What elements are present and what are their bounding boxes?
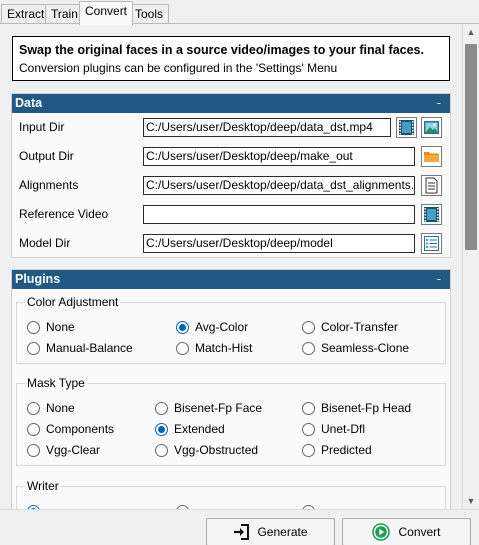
folder-icon <box>424 152 439 162</box>
scroll-thumb[interactable] <box>465 44 477 250</box>
radio-button[interactable] <box>27 443 40 457</box>
radio-color-transfer[interactable]: Color-Transfer <box>302 319 398 335</box>
radio-button[interactable] <box>176 341 189 355</box>
reference-video-label: Reference Video <box>19 207 109 221</box>
radio-button[interactable] <box>27 320 40 334</box>
generate-button[interactable]: Generate <box>206 518 335 545</box>
output-folder-button[interactable] <box>421 146 442 167</box>
radio-button[interactable] <box>302 320 315 334</box>
video-file-button[interactable] <box>396 117 417 138</box>
radio-mask-unet-dfl[interactable]: Unet-Dfl <box>302 421 365 437</box>
info-title: Swap the original faces in a source vide… <box>19 43 424 57</box>
film-icon <box>399 120 414 135</box>
output-dir-field[interactable]: C:/Users/user/Desktop/deep/make_out <box>143 147 415 166</box>
info-box: Swap the original faces in a source vide… <box>12 36 450 81</box>
radio-mask-extended[interactable]: Extended <box>155 421 225 437</box>
radio-button[interactable] <box>155 443 168 457</box>
reference-video-field[interactable] <box>143 205 415 224</box>
input-dir-field[interactable]: C:/Users/user/Desktop/deep/data_dst.mp4 <box>143 118 391 137</box>
input-dir-label: Input Dir <box>19 120 65 134</box>
model-dir-field[interactable]: C:/Users/user/Desktop/deep/model <box>143 234 415 253</box>
tab-bar: Extract Train Convert Tools <box>0 0 479 25</box>
radio-color-manual-balance[interactable]: Manual-Balance <box>27 340 133 356</box>
plugins-section-header[interactable]: Plugins - <box>12 270 450 289</box>
output-dir-row: Output Dir C:/Users/user/Desktop/deep/ma… <box>12 146 452 168</box>
radio-button[interactable] <box>27 422 40 436</box>
alignments-field[interactable]: C:/Users/user/Desktop/deep/data_dst_alig… <box>143 176 415 195</box>
vertical-scrollbar[interactable]: ▲ ▼ <box>462 24 479 509</box>
radio-button[interactable] <box>302 401 315 415</box>
writer-title: Writer <box>25 479 61 493</box>
scroll-down-icon[interactable]: ▼ <box>463 493 479 509</box>
radio-button-checked[interactable] <box>155 422 168 436</box>
plugins-section: Plugins - Color Adjustment None Avg-Colo… <box>11 269 451 509</box>
model-dir-row: Model Dir C:/Users/user/Desktop/deep/mod… <box>12 233 452 255</box>
writer-group: Writer <box>16 479 446 509</box>
radio-button[interactable] <box>302 341 315 355</box>
generate-label: Generate <box>257 525 308 539</box>
radio-color-avg-color[interactable]: Avg-Color <box>176 319 248 335</box>
scroll-up-icon[interactable]: ▲ <box>463 24 479 40</box>
model-dir-label: Model Dir <box>19 236 71 250</box>
plugins-section-title: Plugins <box>15 272 61 286</box>
data-section-title: Data <box>15 96 43 110</box>
radio-button[interactable] <box>27 401 40 415</box>
plugins-collapse-button[interactable]: - <box>437 270 441 289</box>
picture-icon <box>424 121 439 134</box>
tab-tools[interactable]: Tools <box>129 4 170 24</box>
image-folder-button[interactable] <box>421 117 442 138</box>
reference-video-button[interactable] <box>421 204 442 225</box>
radio-color-match-hist[interactable]: Match-Hist <box>176 340 252 356</box>
tab-convert[interactable]: Convert <box>79 1 134 25</box>
model-list-icon <box>424 236 439 251</box>
mask-type-title: Mask Type <box>25 376 87 390</box>
data-section: Data - Input Dir C:/Users/user/Desktop/d… <box>11 93 451 258</box>
tab-extract[interactable]: Extract <box>1 4 51 24</box>
radio-mask-none[interactable]: None <box>27 400 75 416</box>
model-dir-button[interactable] <box>421 233 442 254</box>
convert-label: Convert <box>398 525 441 539</box>
data-section-header[interactable]: Data - <box>12 94 450 113</box>
options-panel: Swap the original faces in a source vide… <box>0 24 461 509</box>
alignments-file-button[interactable] <box>421 175 442 196</box>
radio-button[interactable] <box>27 341 40 355</box>
radio-button[interactable] <box>302 422 315 436</box>
radio-color-seamless-clone[interactable]: Seamless-Clone <box>302 340 409 356</box>
info-text: Conversion plugins can be configured in … <box>19 61 338 75</box>
color-adjustment-title: Color Adjustment <box>25 295 121 309</box>
radio-mask-predicted[interactable]: Predicted <box>302 442 372 458</box>
film-icon <box>424 207 439 222</box>
document-icon <box>425 177 438 194</box>
radio-mask-components[interactable]: Components <box>27 421 114 437</box>
alignments-label: Alignments <box>19 178 79 192</box>
mask-type-group: Mask Type None Bisenet-Fp Face Bisenet-F… <box>16 376 446 466</box>
action-bar: Generate Convert <box>0 509 479 545</box>
output-dir-label: Output Dir <box>19 149 74 163</box>
play-icon <box>372 523 391 541</box>
data-collapse-button[interactable]: - <box>437 94 441 113</box>
radio-mask-bisenet-fp-face[interactable]: Bisenet-Fp Face <box>155 400 262 416</box>
alignments-row: Alignments C:/Users/user/Desktop/deep/da… <box>12 175 452 197</box>
radio-mask-vgg-obstructed[interactable]: Vgg-Obstructed <box>155 442 258 458</box>
radio-button[interactable] <box>155 401 168 415</box>
radio-button[interactable] <box>302 443 315 457</box>
convert-button[interactable]: Convert <box>342 518 471 545</box>
reference-video-row: Reference Video <box>12 204 452 226</box>
radio-mask-vgg-clear[interactable]: Vgg-Clear <box>27 442 100 458</box>
radio-color-none[interactable]: None <box>27 319 75 335</box>
generate-icon <box>234 524 250 540</box>
radio-button-checked[interactable] <box>176 320 189 334</box>
radio-mask-bisenet-fp-head[interactable]: Bisenet-Fp Head <box>302 400 411 416</box>
input-dir-row: Input Dir C:/Users/user/Desktop/deep/dat… <box>12 117 452 139</box>
color-adjustment-group: Color Adjustment None Avg-Color Color-Tr… <box>16 295 446 364</box>
